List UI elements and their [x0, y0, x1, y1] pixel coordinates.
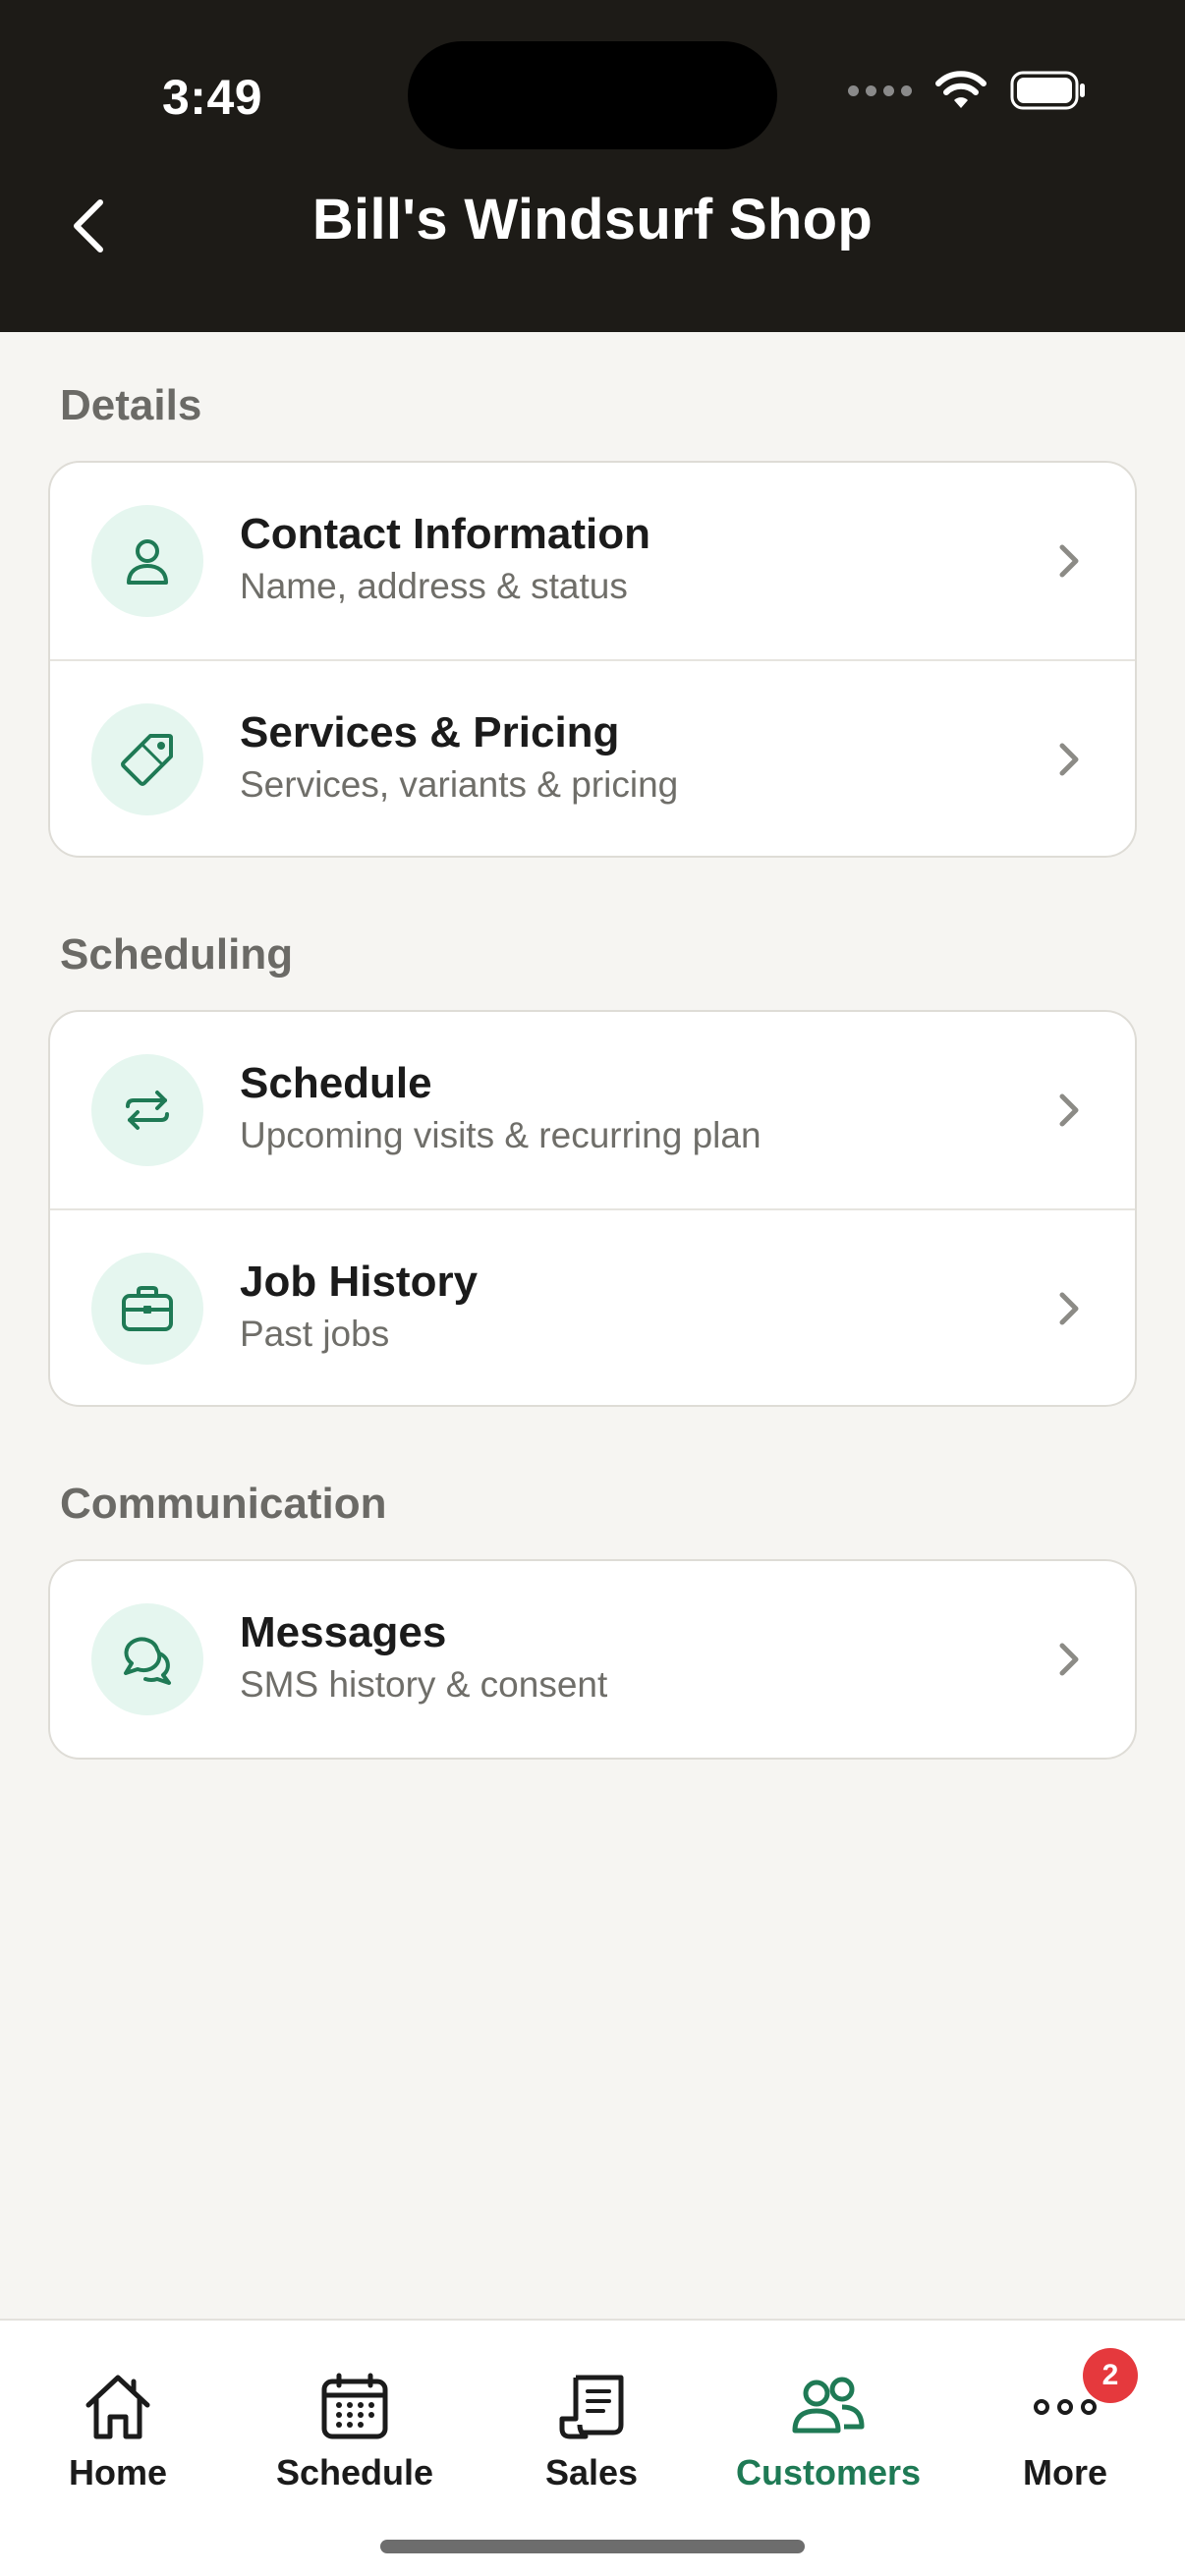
briefcase-icon — [122, 1286, 173, 1331]
section-label-details: Details — [60, 381, 202, 429]
row-title: Messages — [240, 1608, 447, 1656]
row-subtitle: Past jobs — [240, 1313, 390, 1354]
tab-bar: Home Schedule Sales Customers More 2 — [0, 2319, 1185, 2576]
row-title: Services & Pricing — [240, 708, 620, 756]
tab-label: Sales — [544, 2452, 639, 2492]
tab-label: Schedule — [275, 2452, 434, 2492]
chevron-right-icon — [1059, 544, 1079, 578]
row-title: Schedule — [240, 1059, 432, 1107]
scheduling-card: Schedule Upcoming visits & recurring pla… — [48, 1010, 1137, 1407]
tab-label: More — [1022, 2452, 1107, 2492]
signal-icon — [848, 84, 912, 96]
tab-customers[interactable]: Customers — [710, 2321, 946, 2517]
screen: 3:49 Bill's Windsurf Shop Details Contac… — [0, 0, 1185, 2576]
header-bar: 3:49 Bill's Windsurf Shop — [0, 0, 1185, 332]
battery-icon — [1010, 71, 1085, 110]
contact-information-row[interactable]: Contact Information Name, address & stat… — [50, 463, 1135, 659]
chevron-right-icon — [1059, 743, 1079, 776]
tab-label: Home — [68, 2452, 168, 2492]
communication-card: Messages SMS history & consent — [48, 1559, 1137, 1760]
chevron-right-icon — [1059, 1292, 1079, 1325]
wifi-icon — [935, 71, 987, 108]
row-subtitle: SMS history & consent — [240, 1663, 608, 1705]
chevron-right-icon — [1059, 1643, 1079, 1676]
notification-badge: 2 — [1083, 2348, 1138, 2403]
tab-home[interactable]: Home — [0, 2321, 236, 2517]
calendar-icon — [321, 2373, 388, 2439]
chat-icon — [124, 1637, 171, 1685]
customers-icon — [792, 2377, 865, 2434]
tab-schedule[interactable]: Schedule — [237, 2321, 473, 2517]
home-icon — [85, 2375, 150, 2439]
person-icon — [127, 539, 168, 585]
dynamic-island — [408, 41, 777, 149]
services-pricing-row[interactable]: Services & Pricing Services, variants & … — [50, 659, 1135, 856]
details-card: Contact Information Name, address & stat… — [48, 461, 1137, 858]
row-subtitle: Services, variants & pricing — [240, 763, 679, 805]
receipt-icon — [559, 2375, 624, 2439]
row-title: Contact Information — [240, 510, 650, 558]
page-title: Bill's Windsurf Shop — [311, 188, 874, 252]
section-label-scheduling: Scheduling — [60, 930, 294, 979]
status-time: 3:49 — [162, 70, 263, 125]
tag-icon — [121, 734, 173, 786]
chevron-right-icon — [1059, 1093, 1079, 1127]
section-label-communication: Communication — [60, 1480, 387, 1528]
tab-more[interactable]: More 2 — [947, 2321, 1183, 2517]
schedule-row[interactable]: Schedule Upcoming visits & recurring pla… — [50, 1012, 1135, 1208]
status-icons — [848, 71, 1087, 110]
messages-row[interactable]: Messages SMS history & consent — [50, 1561, 1135, 1758]
repeat-icon — [126, 1091, 169, 1130]
home-indicator — [380, 2540, 805, 2553]
tab-sales[interactable]: Sales — [474, 2321, 709, 2517]
row-title: Job History — [240, 1258, 479, 1306]
row-subtitle: Upcoming visits & recurring plan — [240, 1114, 762, 1155]
tab-label: Customers — [735, 2452, 922, 2492]
row-subtitle: Name, address & status — [240, 565, 628, 606]
job-history-row[interactable]: Job History Past jobs — [50, 1208, 1135, 1405]
